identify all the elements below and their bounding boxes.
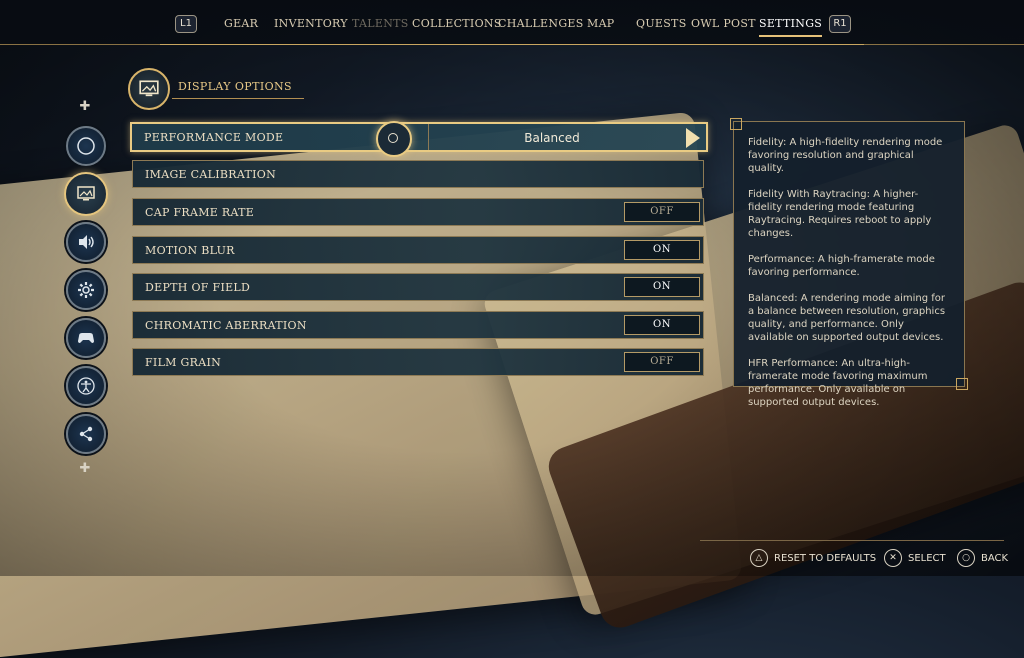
dpad-up-icon: ✚ xyxy=(79,99,91,114)
category-display[interactable] xyxy=(64,172,108,216)
tab-gear[interactable]: GEAR xyxy=(224,17,258,30)
setting-label: IMAGE CALIBRATION xyxy=(145,168,277,181)
category-compass[interactable] xyxy=(66,126,106,166)
performance-mode-value: Balanced xyxy=(524,131,580,145)
tab-talents[interactable]: TALENTS xyxy=(352,17,409,30)
triangle-button-icon: △ xyxy=(750,549,768,567)
tab-settings[interactable]: SETTINGS xyxy=(759,17,823,37)
description-paragraph: Performance: A high-framerate mode favor… xyxy=(748,254,935,278)
cross-button-icon: ✕ xyxy=(884,549,902,567)
dpad-down-icon: ✚ xyxy=(79,461,91,476)
chromatic-aberration-toggle[interactable]: ON xyxy=(624,315,700,335)
r1-button[interactable]: R1 xyxy=(829,15,851,33)
setting-label: DEPTH OF FIELD xyxy=(145,281,251,294)
section-header: DISPLAY OPTIONS xyxy=(128,66,308,110)
reset-to-defaults-button[interactable]: △ RESET TO DEFAULTS xyxy=(750,549,876,567)
description-paragraph: Fidelity With Raytracing: A higher-fidel… xyxy=(748,189,932,239)
tab-owl-post[interactable]: OWL POST xyxy=(691,17,756,30)
setting-label: CHROMATIC ABERRATION xyxy=(145,319,307,332)
setting-label: CAP FRAME RATE xyxy=(145,206,255,219)
category-controls[interactable] xyxy=(66,318,106,358)
setting-motion-blur[interactable]: MOTION BLUR ON xyxy=(132,236,704,264)
compass-icon xyxy=(77,137,95,155)
tab-inventory[interactable]: INVENTORY xyxy=(274,17,348,30)
gamepad-icon xyxy=(78,333,94,343)
setting-image-calibration[interactable]: IMAGE CALIBRATION xyxy=(132,160,704,188)
top-nav: L1 GEAR INVENTORY TALENTS COLLECTIONS CH… xyxy=(0,0,1024,44)
description-paragraph: Balanced: A rendering mode aiming for a … xyxy=(748,293,946,343)
cap-frame-rate-toggle[interactable]: OFF xyxy=(624,202,700,222)
category-network[interactable] xyxy=(66,414,106,454)
display-options-icon xyxy=(128,68,170,110)
category-audio[interactable] xyxy=(66,222,106,262)
setting-depth-of-field[interactable]: DEPTH OF FIELD ON xyxy=(132,273,704,301)
gear-icon xyxy=(78,282,94,298)
category-accessibility[interactable] xyxy=(66,366,106,406)
setting-chromatic-aberration[interactable]: CHROMATIC ABERRATION ON xyxy=(132,311,704,339)
setting-film-grain[interactable]: FILM GRAIN OFF xyxy=(132,348,704,376)
speaker-icon xyxy=(79,235,94,249)
tab-quests[interactable]: QUESTS xyxy=(636,17,687,30)
accessibility-icon xyxy=(77,377,95,395)
setting-label: PERFORMANCE MODE xyxy=(144,131,284,144)
motion-blur-toggle[interactable]: ON xyxy=(624,240,700,260)
setting-performance-mode[interactable]: PERFORMANCE MODE Balanced xyxy=(130,121,708,157)
back-label: BACK xyxy=(981,552,1009,564)
selection-cursor-icon xyxy=(376,121,412,157)
select-button[interactable]: ✕ SELECT xyxy=(884,549,946,567)
display-icon xyxy=(77,186,95,201)
tab-map[interactable]: MAP xyxy=(587,17,615,30)
film-grain-toggle[interactable]: OFF xyxy=(624,352,700,372)
l1-button[interactable]: L1 xyxy=(175,15,197,33)
setting-cap-frame-rate[interactable]: CAP FRAME RATE OFF xyxy=(132,198,704,226)
tab-challenges[interactable]: CHALLENGES xyxy=(498,17,584,30)
category-gameplay[interactable] xyxy=(66,270,106,310)
network-icon xyxy=(79,426,93,442)
next-option-arrow-icon[interactable] xyxy=(686,128,700,148)
description-paragraph: HFR Performance: An ultra-high-framerate… xyxy=(748,358,928,408)
setting-label: MOTION BLUR xyxy=(145,244,235,257)
footer-divider xyxy=(700,540,1004,541)
description-paragraph: Fidelity: A high-fidelity rendering mode… xyxy=(748,137,943,174)
reset-label: RESET TO DEFAULTS xyxy=(774,552,877,564)
select-label: SELECT xyxy=(908,552,946,564)
section-underline xyxy=(172,98,304,99)
back-button[interactable]: ○ BACK xyxy=(957,549,1008,567)
depth-of-field-toggle[interactable]: ON xyxy=(624,277,700,297)
setting-label: FILM GRAIN xyxy=(145,356,222,369)
tab-collections[interactable]: COLLECTIONS xyxy=(412,17,502,30)
section-title: DISPLAY OPTIONS xyxy=(178,80,292,93)
circle-button-icon: ○ xyxy=(957,549,975,567)
description-panel: Fidelity: A high-fidelity rendering mode… xyxy=(730,118,968,408)
